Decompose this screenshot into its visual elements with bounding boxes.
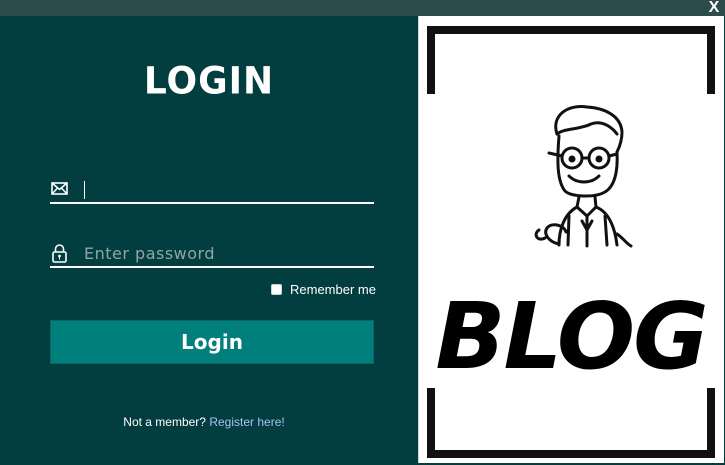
title-bar: X: [0, 0, 725, 16]
email-field-row: [50, 176, 374, 204]
blog-banner: BLOG: [418, 16, 724, 463]
register-prompt-line: Not a member? Register here!: [0, 415, 408, 429]
login-title: LOGIN: [143, 59, 275, 103]
remember-checkbox[interactable]: [271, 283, 282, 295]
text-caret: [84, 181, 85, 199]
close-button[interactable]: X: [706, 0, 722, 16]
remember-label: Remember me: [290, 281, 376, 297]
blogger-illustration: [534, 105, 633, 248]
register-prompt: Not a member?: [123, 415, 206, 429]
blog-logo-text: BLOG: [435, 283, 706, 390]
register-link[interactable]: Register here!: [209, 415, 284, 429]
remember-me[interactable]: Remember me: [271, 281, 376, 297]
password-field-row: [50, 240, 374, 268]
password-input[interactable]: [84, 240, 372, 266]
envelope-icon: [50, 179, 70, 199]
login-button[interactable]: Login: [50, 320, 374, 364]
padlock-icon: [50, 243, 70, 263]
blog-banner-art: BLOG: [427, 26, 715, 458]
email-input[interactable]: [84, 176, 372, 202]
frame-top: [427, 26, 715, 94]
frame-bottom: [427, 388, 715, 458]
